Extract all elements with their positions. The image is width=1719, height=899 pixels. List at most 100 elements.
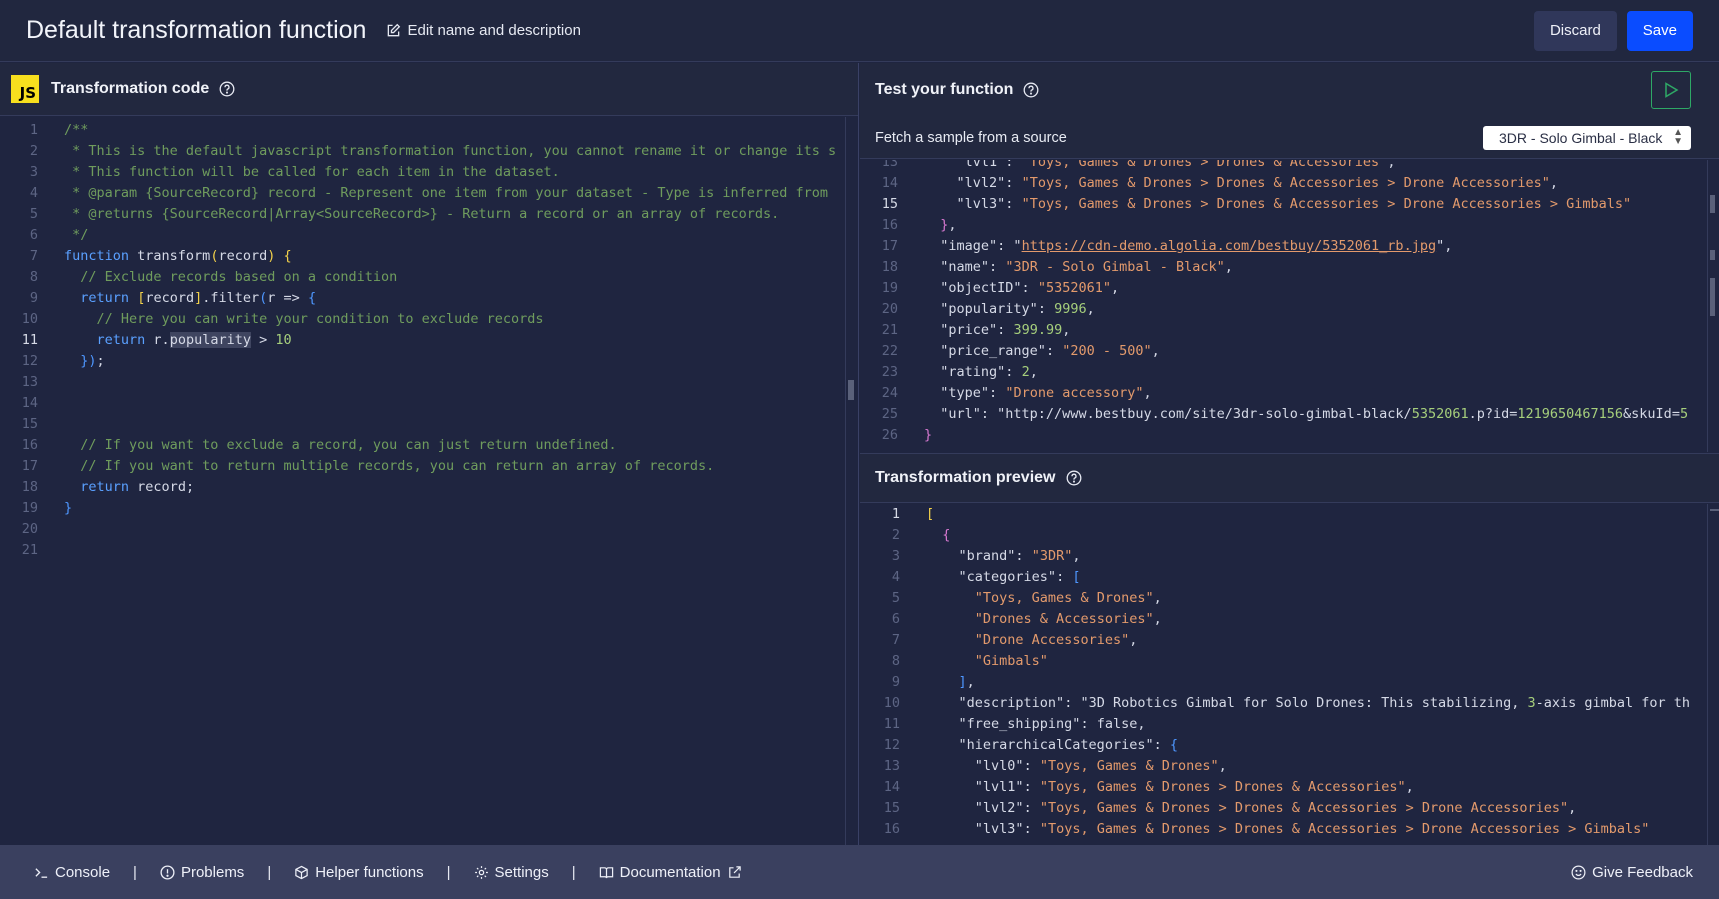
problems-label: Problems	[180, 863, 245, 881]
help-circle-icon[interactable]	[1066, 470, 1082, 486]
code-line[interactable]: 5 * @returns {SourceRecord|Array<SourceR…	[0, 204, 845, 225]
code-line[interactable]: 26}	[860, 425, 1719, 446]
code-line[interactable]: 15	[0, 414, 845, 435]
line-number: 22	[881, 343, 898, 359]
code-line[interactable]: 4 "categories": [	[860, 567, 1719, 588]
code-line[interactable]: 22 "price_range": "200 - 500",	[860, 341, 1719, 362]
line-number: 15	[881, 196, 898, 212]
code-editor-scrollbar[interactable]	[845, 117, 859, 845]
code-line[interactable]: 7 function transform(record) {	[0, 246, 845, 267]
line-content: * This is the default javascript transfo…	[64, 143, 837, 159]
code-line[interactable]: 9 ],	[860, 672, 1719, 693]
line-content: * This function will be called for each …	[64, 164, 560, 180]
edit-link-label: Edit name and description	[407, 22, 581, 39]
sample-editor-scrollbar[interactable]	[1707, 160, 1719, 452]
code-line[interactable]: 8 "Gimbals"	[860, 651, 1719, 672]
code-line[interactable]: 20	[0, 519, 845, 540]
code-line[interactable]: 20 "popularity": 9996,	[860, 299, 1719, 320]
code-line[interactable]: 16 },	[860, 215, 1719, 236]
code-line[interactable]: 14	[0, 393, 845, 414]
line-content: "price_range": "200 - 500",	[940, 343, 1160, 359]
code-line[interactable]: 13	[0, 372, 845, 393]
code-line[interactable]: 13 "lvl1": "Toys, Games & Drones > Drone…	[860, 160, 1719, 173]
code-line[interactable]: 17 "image": "https://cdn-demo.algolia.co…	[860, 236, 1719, 257]
discard-button[interactable]: Discard	[1533, 10, 1617, 51]
code-line[interactable]: 18 return record;	[0, 477, 845, 498]
code-line[interactable]: 3 "brand": "3DR",	[860, 546, 1719, 567]
line-number: 16	[21, 437, 38, 453]
transformation-preview-title: Transformation preview	[875, 469, 1056, 486]
edit-name-description-link[interactable]: Edit name and description	[386, 22, 581, 39]
code-line[interactable]: 23 "rating": 2,	[860, 362, 1719, 383]
help-circle-icon[interactable]	[1023, 82, 1039, 98]
code-line[interactable]: 24 "type": "Drone accessory",	[860, 383, 1719, 404]
code-line[interactable]: 17 // If you want to return multiple rec…	[0, 456, 845, 477]
sample-record-editor[interactable]: 13 "lvl1": "Toys, Games & Drones > Drone…	[860, 160, 1719, 452]
line-number: 1	[29, 122, 38, 138]
code-line[interactable]: 12 "hierarchicalCategories": {	[860, 735, 1719, 756]
code-line[interactable]: 10 // Here you can write your condition …	[0, 309, 845, 330]
preview-editor-scrollbar[interactable]	[1707, 504, 1719, 845]
code-line[interactable]: 16 // If you want to exclude a record, y…	[0, 435, 845, 456]
code-line[interactable]: 19 "objectID": "5352061",	[860, 278, 1719, 299]
help-circle-icon[interactable]	[219, 81, 235, 97]
give-feedback-button[interactable]: Give Feedback	[1571, 864, 1693, 881]
code-line[interactable]: 8 // Exclude records based on a conditio…	[0, 267, 845, 288]
save-button[interactable]: Save	[1626, 10, 1693, 51]
line-content: */	[64, 227, 89, 243]
transformation-preview-editor[interactable]: 1[2 {3 "brand": "3DR", 4 "categories": [5…	[860, 504, 1719, 845]
code-line[interactable]: 1[	[860, 504, 1719, 525]
problems-tab[interactable]: Problems	[160, 864, 244, 881]
code-line[interactable]: 2 {	[860, 525, 1719, 546]
line-number: 10	[21, 311, 38, 327]
code-line[interactable]: 3 * This function will be called for eac…	[0, 162, 845, 183]
test-function-header: Test your function	[860, 63, 1719, 117]
console-tab[interactable]: Console	[34, 864, 110, 881]
external-link-icon	[728, 865, 741, 878]
code-line[interactable]: 15 "lvl3": "Toys, Games & Drones > Drone…	[860, 194, 1719, 215]
code-line[interactable]: 21	[0, 540, 845, 561]
line-number: 25	[881, 406, 898, 422]
run-test-button[interactable]	[1651, 71, 1691, 109]
code-line[interactable]: 1 /**	[0, 120, 845, 141]
line-content: "rating": 2,	[940, 364, 1038, 380]
line-content: "Drone Accessories",	[974, 632, 1138, 648]
helper-functions-tab[interactable]: Helper functions	[294, 864, 424, 881]
settings-tab[interactable]: Settings	[474, 864, 549, 881]
code-line[interactable]: 11 "free_shipping": false,	[860, 714, 1719, 735]
code-line[interactable]: 14 "lvl2": "Toys, Games & Drones > Drone…	[860, 173, 1719, 194]
code-line[interactable]: 15 "lvl2": "Toys, Games & Drones > Drone…	[860, 798, 1719, 819]
code-line[interactable]: 19}	[0, 498, 845, 519]
scrollbar-thumb[interactable]	[848, 380, 854, 400]
code-line[interactable]: 21 "price": 399.99,	[860, 320, 1719, 341]
code-line[interactable]: 18 "name": "3DR - Solo Gimbal - Black",	[860, 257, 1719, 278]
code-line[interactable]: 6 "Drones & Accessories",	[860, 609, 1719, 630]
code-line[interactable]: 7 "Drone Accessories",	[860, 630, 1719, 651]
code-line[interactable]: 10 "description": "3D Robotics Gimbal fo…	[860, 693, 1719, 714]
code-line[interactable]: 12 });	[0, 351, 845, 372]
play-icon	[1665, 82, 1679, 98]
line-number: 18	[881, 259, 898, 275]
edit-icon	[388, 23, 401, 37]
line-number: 8	[29, 269, 38, 285]
code-editor[interactable]: 1 /** 2 * This is the default javascript t…	[0, 117, 845, 845]
code-line[interactable]: 16 "lvl3": "Toys, Games & Drones > Drone…	[860, 819, 1719, 840]
code-line[interactable]: 14 "lvl1": "Toys, Games & Drones > Drone…	[860, 777, 1719, 798]
line-number: 6	[891, 611, 900, 627]
code-line[interactable]: 25 "url": "http://www.bestbuy.com/site/3…	[860, 404, 1719, 425]
code-line[interactable]: 2 * This is the default javascript trans…	[0, 141, 845, 162]
line-number: 5	[891, 590, 900, 606]
smiley-icon	[1571, 865, 1586, 879]
line-content: "brand": "3DR",	[958, 548, 1081, 564]
code-line[interactable]: 4 * @param {SourceRecord} record - Repre…	[0, 183, 845, 204]
code-line[interactable]: 9 return [record].filter(r => {	[0, 288, 845, 309]
code-line[interactable]: 6 */	[0, 225, 845, 246]
code-line[interactable]: 13 "lvl0": "Toys, Games & Drones",	[860, 756, 1719, 777]
line-content: "image": "https://cdn-demo.algolia.com/b…	[940, 238, 1453, 254]
code-line[interactable]: 5 "Toys, Games & Drones",	[860, 588, 1719, 609]
source-select[interactable]: 3DR - Solo Gimbal - Black ▲ ▼	[1483, 125, 1691, 150]
documentation-link[interactable]: Documentation	[599, 864, 742, 881]
line-number: 11	[883, 716, 900, 732]
code-line[interactable]: 11 return r.popularity > 10	[0, 330, 845, 351]
line-number: 9	[29, 290, 38, 306]
